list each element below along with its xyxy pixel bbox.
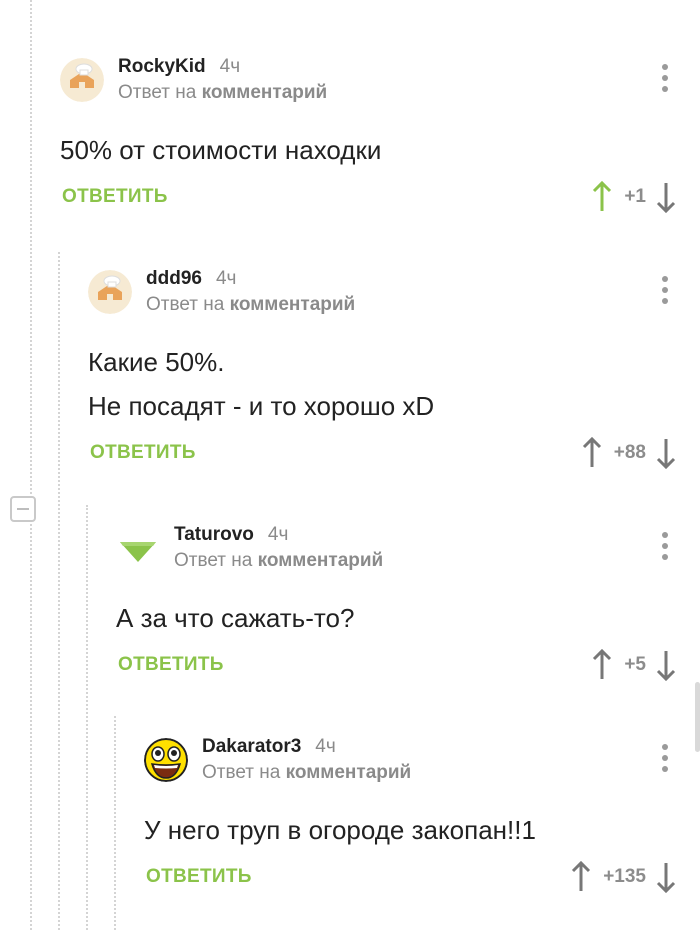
awesome-face-avatar[interactable]	[144, 738, 188, 782]
vote-score: +88	[613, 442, 646, 463]
comment: RockyKid 4ч Ответ на комментарий 50% от с…	[60, 56, 700, 266]
reply-target-link[interactable]: комментарий	[230, 294, 356, 315]
reply-to-label: Ответ на комментарий	[146, 294, 356, 315]
comment-author[interactable]: Dakarator3 4ч	[202, 736, 336, 758]
chef-hat-house-avatar[interactable]	[60, 58, 104, 102]
reply-button[interactable]: ОТВЕТИТЬ	[146, 866, 252, 888]
reply-target-link[interactable]: комментарий	[258, 550, 384, 571]
vote-controls: +1	[592, 180, 676, 214]
comment: Taturovo 4ч Ответ на комментарий А за что…	[116, 524, 700, 734]
reply-target-link[interactable]: комментарий	[202, 82, 328, 103]
thread-line	[86, 505, 88, 930]
comment-text: Какие 50%. Не посадят - и то хорошо xD	[88, 347, 435, 421]
comment-author[interactable]: ddd96 4ч	[146, 268, 236, 290]
reply-button[interactable]: ОТВЕТИТЬ	[90, 442, 196, 464]
more-options-icon[interactable]	[662, 64, 668, 92]
comment-text: У него труп в огороде закопан!!1	[144, 815, 536, 845]
comment-time: 4ч	[267, 524, 289, 545]
more-options-icon[interactable]	[662, 276, 668, 304]
comment-time: 4ч	[215, 268, 237, 289]
comment: Dakarator3 4ч Ответ на комментарий У него…	[144, 736, 700, 946]
comment-time: 4ч	[315, 736, 336, 757]
vote-score: +135	[603, 866, 646, 887]
comment: ddd96 4ч Ответ на комментарий Какие 50%. …	[88, 268, 700, 478]
vote-score: +1	[624, 186, 646, 207]
comment-text: 50% от стоимости находки	[60, 135, 382, 165]
comment-author[interactable]: RockyKid 4ч	[118, 56, 240, 78]
vote-controls: +5	[592, 648, 676, 682]
vote-controls: +88	[582, 436, 676, 470]
comment-time: 4ч	[219, 56, 241, 77]
reply-target-link[interactable]: комментарий	[286, 762, 412, 783]
reply-to-label: Ответ на комментарий	[118, 82, 328, 103]
upvote-arrow-icon[interactable]	[571, 861, 591, 893]
upvote-arrow-icon[interactable]	[592, 649, 612, 681]
upvote-arrow-icon[interactable]	[592, 181, 612, 213]
vote-controls: +135	[571, 860, 676, 894]
thread-line	[58, 252, 60, 930]
comment-text: А за что сажать-то?	[116, 603, 355, 633]
downvote-arrow-icon[interactable]	[656, 437, 676, 469]
reply-button[interactable]: ОТВЕТИТЬ	[118, 654, 224, 676]
downvote-arrow-icon[interactable]	[656, 649, 676, 681]
comment-author[interactable]: Taturovo 4ч	[174, 524, 288, 546]
green-triangle-avatar[interactable]	[116, 526, 160, 570]
chef-hat-house-avatar[interactable]	[88, 270, 132, 314]
vote-score: +5	[624, 654, 646, 675]
reply-button[interactable]: ОТВЕТИТЬ	[62, 186, 168, 208]
thread-line	[30, 0, 32, 930]
collapse-thread-icon[interactable]	[10, 496, 36, 522]
more-options-icon[interactable]	[662, 532, 668, 560]
downvote-arrow-icon[interactable]	[656, 181, 676, 213]
upvote-arrow-icon[interactable]	[582, 437, 602, 469]
more-options-icon[interactable]	[662, 744, 668, 772]
downvote-arrow-icon[interactable]	[656, 861, 676, 893]
reply-to-label: Ответ на комментарий	[202, 762, 412, 783]
thread-line	[114, 716, 116, 930]
reply-to-label: Ответ на комментарий	[174, 550, 384, 571]
